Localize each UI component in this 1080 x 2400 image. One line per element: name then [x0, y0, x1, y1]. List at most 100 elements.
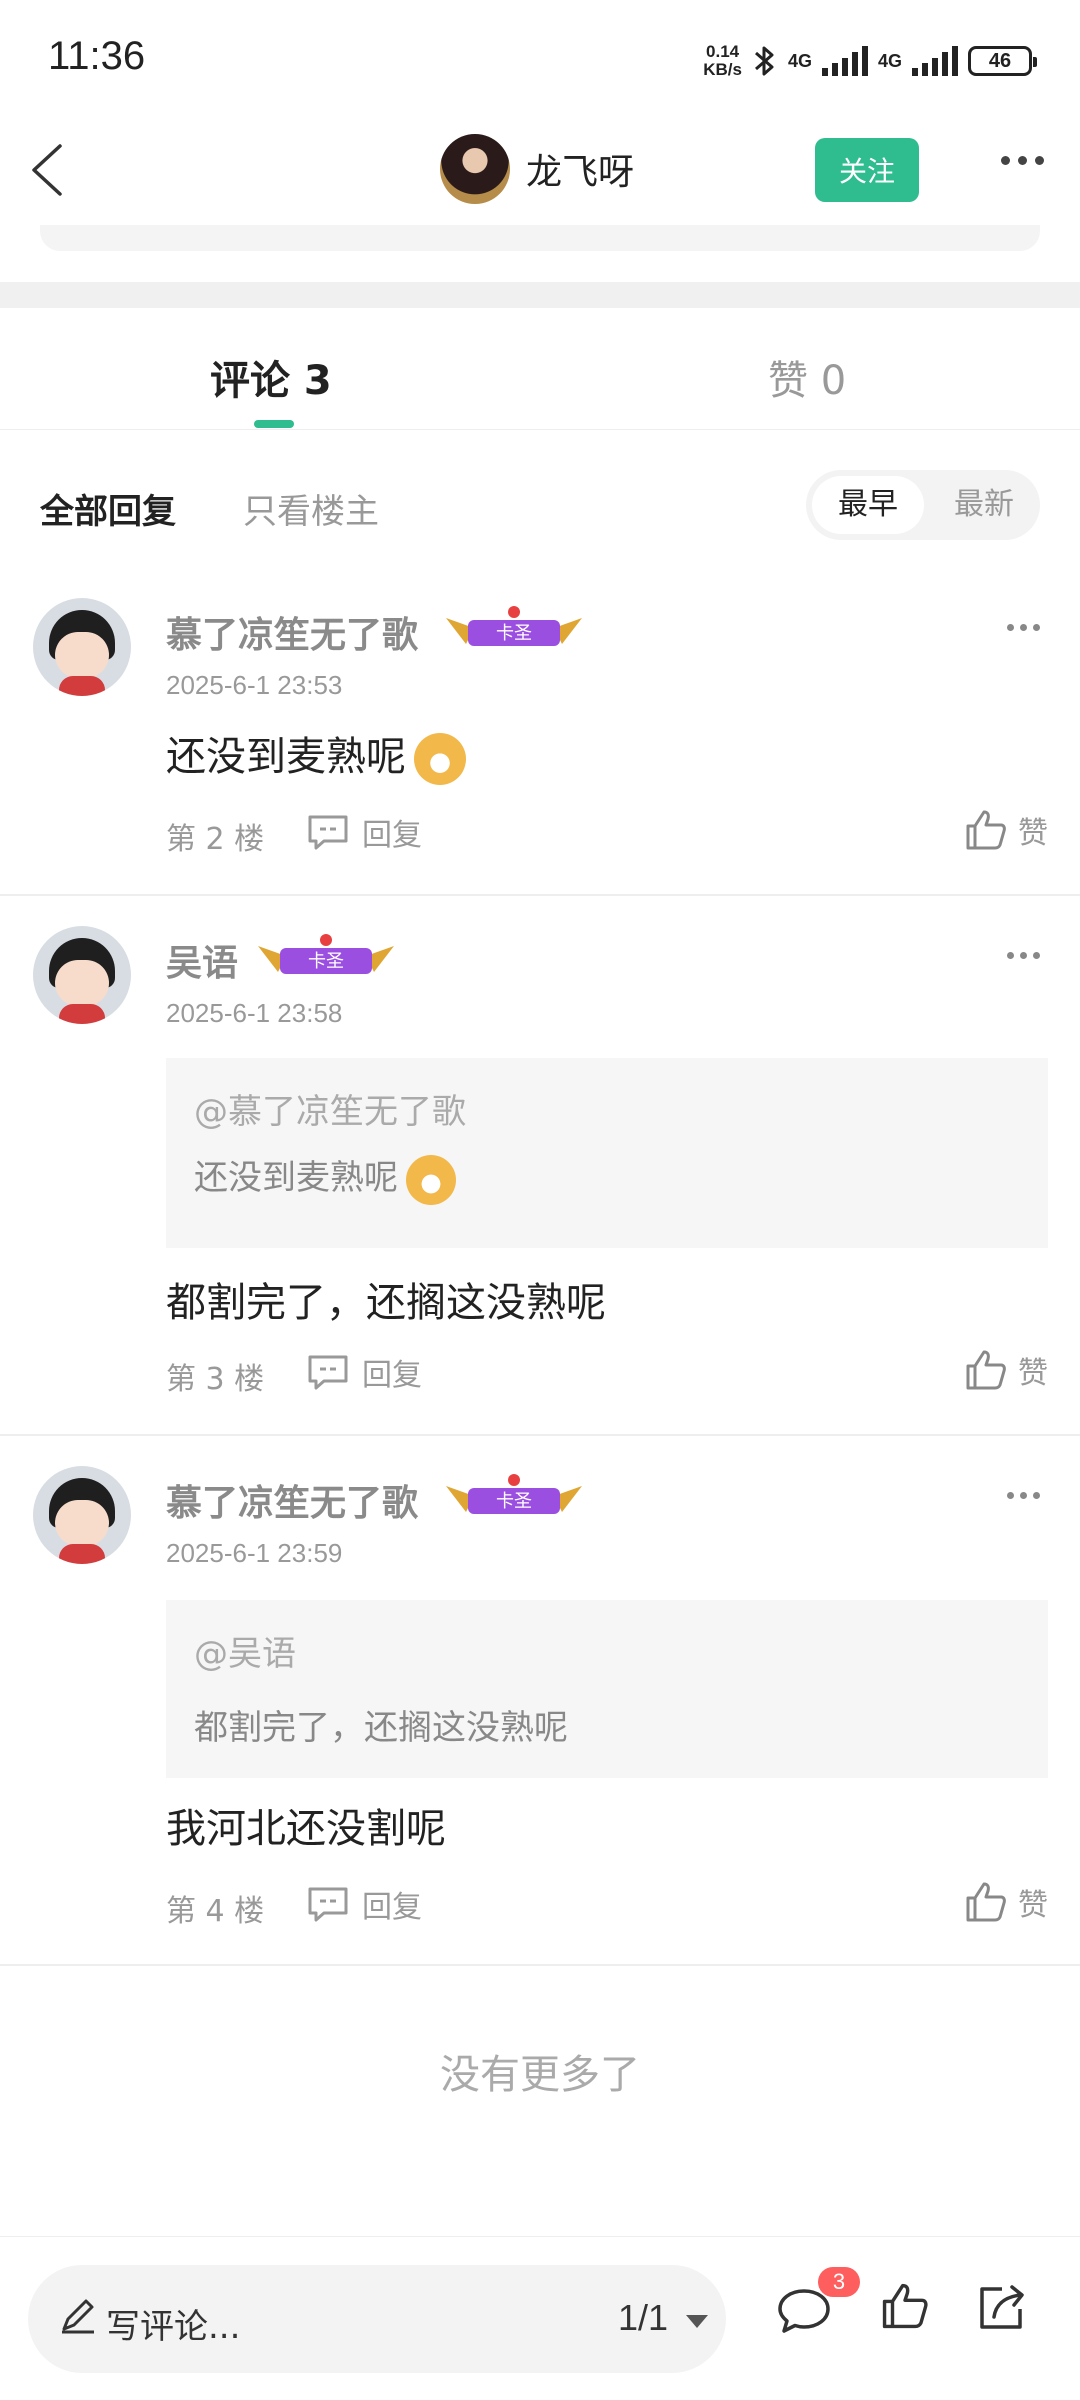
quoted-text: 还没到麦熟呢 — [194, 1158, 398, 1198]
write-comment-input[interactable]: 写评论... 1/1 — [28, 2265, 726, 2373]
quoted-text-row: 还没到麦熟呢 — [194, 1150, 456, 1205]
comment-time: 2025-6-1 23:58 — [166, 998, 343, 1028]
rank-badge: 卡圣 — [446, 606, 582, 646]
network-type-1: 4G — [787, 50, 812, 71]
rank-badge-label: 卡圣 — [496, 1491, 532, 1512]
top-nav: 龙飞呀 关注 — [0, 120, 1080, 220]
thumbs-up-icon — [966, 1350, 1006, 1390]
author-name[interactable]: 龙飞呀 — [526, 143, 634, 195]
commenter-name[interactable]: 慕了凉笙无了歌 — [166, 1474, 418, 1526]
reply-icon — [308, 1887, 348, 1922]
comment-item: 慕了凉笙无了歌 卡圣 2025-6-1 23:59 @吴语 都割完了，还搁这没熟… — [0, 1466, 1080, 1956]
network-type-2: 4G — [877, 50, 902, 71]
end-of-list-text: 没有更多了 — [440, 2052, 640, 2098]
pencil-icon — [62, 2299, 94, 2334]
comment-text-row: 还没到麦熟呢 — [166, 724, 466, 785]
comment-more-icon[interactable] — [1007, 952, 1040, 959]
status-icons: 0.14 KB/s 4G 4G 46 — [703, 36, 1037, 86]
filter-all-replies[interactable]: 全部回复 — [40, 484, 176, 533]
network-speed: 0.14 KB/s — [703, 43, 742, 79]
bottom-bar: 写评论... 1/1 3 — [0, 2236, 1080, 2400]
reply-icon — [308, 1355, 348, 1390]
network-speed-value: 0.14 — [706, 42, 740, 61]
tab-bar: 评论 3 赞 0 — [0, 308, 1080, 430]
comment-footer: 第 2 楼 回复 赞 — [166, 808, 1048, 858]
section-divider — [0, 282, 1080, 308]
comment-more-icon[interactable] — [1007, 624, 1040, 631]
floor-number: 第 4 楼 — [166, 1894, 265, 1929]
comment-divider — [0, 1964, 1080, 1966]
author-avatar[interactable] — [440, 134, 510, 204]
comment-placeholder: 写评论... — [106, 2307, 241, 2347]
rank-badge-label: 卡圣 — [496, 623, 532, 644]
more-options-icon[interactable] — [1001, 156, 1044, 165]
rank-badge: 卡圣 — [258, 934, 394, 974]
bluetooth-icon — [754, 46, 774, 76]
reply-button[interactable]: 回复 — [306, 1350, 422, 1394]
comment-time: 2025-6-1 23:53 — [166, 670, 343, 700]
sort-earliest[interactable]: 最早 — [812, 476, 924, 534]
commenter-name[interactable]: 吴语 — [166, 934, 238, 986]
thumbs-up-icon — [966, 1882, 1006, 1922]
like-button[interactable]: 赞 — [964, 1880, 1048, 1924]
reply-button[interactable]: 回复 — [306, 810, 422, 854]
sort-newest[interactable]: 最新 — [934, 476, 1034, 534]
like-label: 赞 — [1018, 1888, 1048, 1923]
comment-time: 2025-6-1 23:59 — [166, 1538, 343, 1568]
tab-likes[interactable]: 赞 0 — [768, 348, 846, 406]
back-icon[interactable] — [20, 138, 84, 202]
comment-footer: 第 3 楼 回复 赞 — [166, 1348, 1048, 1398]
signal-icon — [821, 46, 868, 76]
page-indicator[interactable]: 1/1 — [618, 2297, 668, 2339]
quoted-reply[interactable]: @慕了凉笙无了歌 还没到麦熟呢 — [166, 1058, 1048, 1248]
share-icon[interactable] — [974, 2281, 1028, 2335]
post-content-edge — [40, 225, 1040, 251]
thumbs-up-icon — [966, 810, 1006, 850]
reply-button[interactable]: 回复 — [306, 1882, 422, 1926]
like-icon[interactable] — [880, 2281, 930, 2331]
reply-label: 回复 — [362, 1358, 422, 1393]
network-speed-unit: KB/s — [703, 60, 742, 79]
active-tab-indicator — [254, 420, 294, 428]
doge-emoji-icon — [406, 1154, 456, 1205]
commenter-avatar[interactable] — [33, 1466, 131, 1564]
sort-toggle: 最早 最新 — [806, 470, 1040, 540]
comment-text: 还没到麦熟呢 — [166, 734, 406, 780]
author-info[interactable]: 龙飞呀 — [440, 134, 634, 204]
comment-footer: 第 4 楼 回复 赞 — [166, 1880, 1048, 1930]
like-label: 赞 — [1018, 816, 1048, 851]
status-bar: 11:36 0.14 KB/s 4G 4G 46 — [0, 0, 1080, 120]
status-time: 11:36 — [48, 34, 146, 78]
floor-number: 第 2 楼 — [166, 822, 265, 857]
commenter-avatar[interactable] — [33, 926, 131, 1024]
quoted-user[interactable]: @吴语 — [194, 1626, 296, 1675]
comment-more-icon[interactable] — [1007, 1492, 1040, 1499]
like-label: 赞 — [1018, 1356, 1048, 1391]
quoted-text: 都割完了，还搁这没熟呢 — [194, 1708, 568, 1748]
rank-badge-label: 卡圣 — [308, 951, 344, 972]
follow-button[interactable]: 关注 — [815, 138, 919, 202]
reply-filter-bar: 全部回复 只看楼主 最早 最新 — [0, 460, 1080, 550]
doge-emoji-icon — [414, 733, 466, 785]
like-button[interactable]: 赞 — [964, 1348, 1048, 1392]
battery-icon: 46 — [968, 46, 1037, 76]
comment-divider — [0, 894, 1080, 896]
page-dropdown-icon[interactable] — [686, 2315, 708, 2328]
comment-count-badge: 3 — [818, 2267, 860, 2297]
floor-number: 第 3 楼 — [166, 1362, 265, 1397]
reply-icon — [308, 815, 348, 850]
signal-icon-2 — [912, 46, 958, 76]
reply-label: 回复 — [362, 1890, 422, 1925]
comment-item: 吴语 卡圣 2025-6-1 23:58 @慕了凉笙无了歌 还没到麦熟呢 都割完… — [0, 926, 1080, 1426]
comment-item: 慕了凉笙无了歌 卡圣 2025-6-1 23:53 还没到麦熟呢 第 2 楼 回… — [0, 598, 1080, 898]
like-button[interactable]: 赞 — [964, 808, 1048, 852]
reply-label: 回复 — [362, 818, 422, 853]
commenter-avatar[interactable] — [33, 598, 131, 696]
quoted-user[interactable]: @慕了凉笙无了歌 — [194, 1084, 466, 1133]
commenter-name[interactable]: 慕了凉笙无了歌 — [166, 606, 418, 658]
comment-text: 都割完了，还搁这没熟呢 — [166, 1280, 606, 1326]
tab-comments[interactable]: 评论 3 — [210, 348, 332, 406]
quoted-reply[interactable]: @吴语 都割完了，还搁这没熟呢 — [166, 1600, 1048, 1778]
filter-owner-only[interactable]: 只看楼主 — [243, 484, 379, 533]
comment-text: 我河北还没割呢 — [166, 1806, 446, 1852]
